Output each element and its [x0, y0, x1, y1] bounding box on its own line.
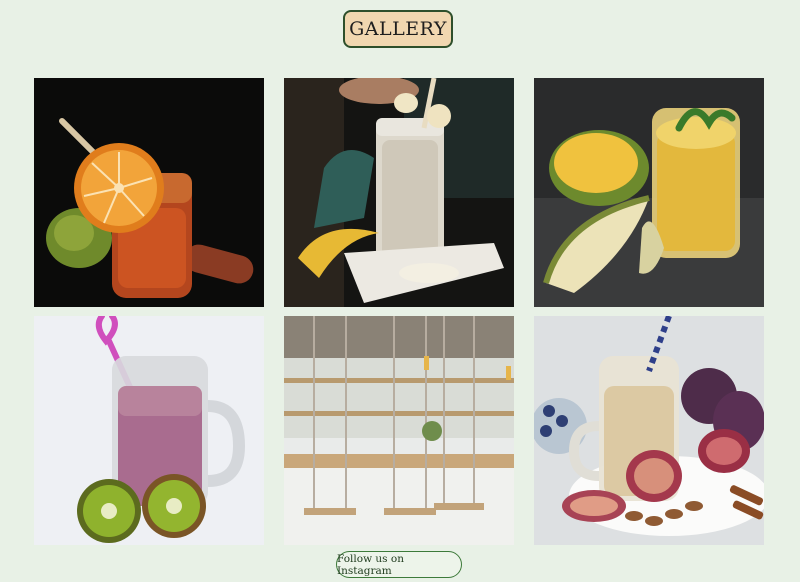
gallery-button[interactable]: GALLERY — [343, 10, 453, 48]
fig-almond-smoothie-photo[interactable] — [534, 316, 764, 545]
orange-carrot-smoothie-photo[interactable] — [34, 78, 264, 307]
cafe-swings-interior-photo[interactable] — [284, 316, 514, 545]
mango-pear-smoothie-photo[interactable] — [534, 78, 764, 307]
banana-smoothie-photo[interactable] — [284, 78, 514, 307]
instagram-button[interactable]: Follow us on Instagram — [336, 551, 462, 578]
berry-kiwi-smoothie-photo[interactable] — [34, 316, 264, 545]
